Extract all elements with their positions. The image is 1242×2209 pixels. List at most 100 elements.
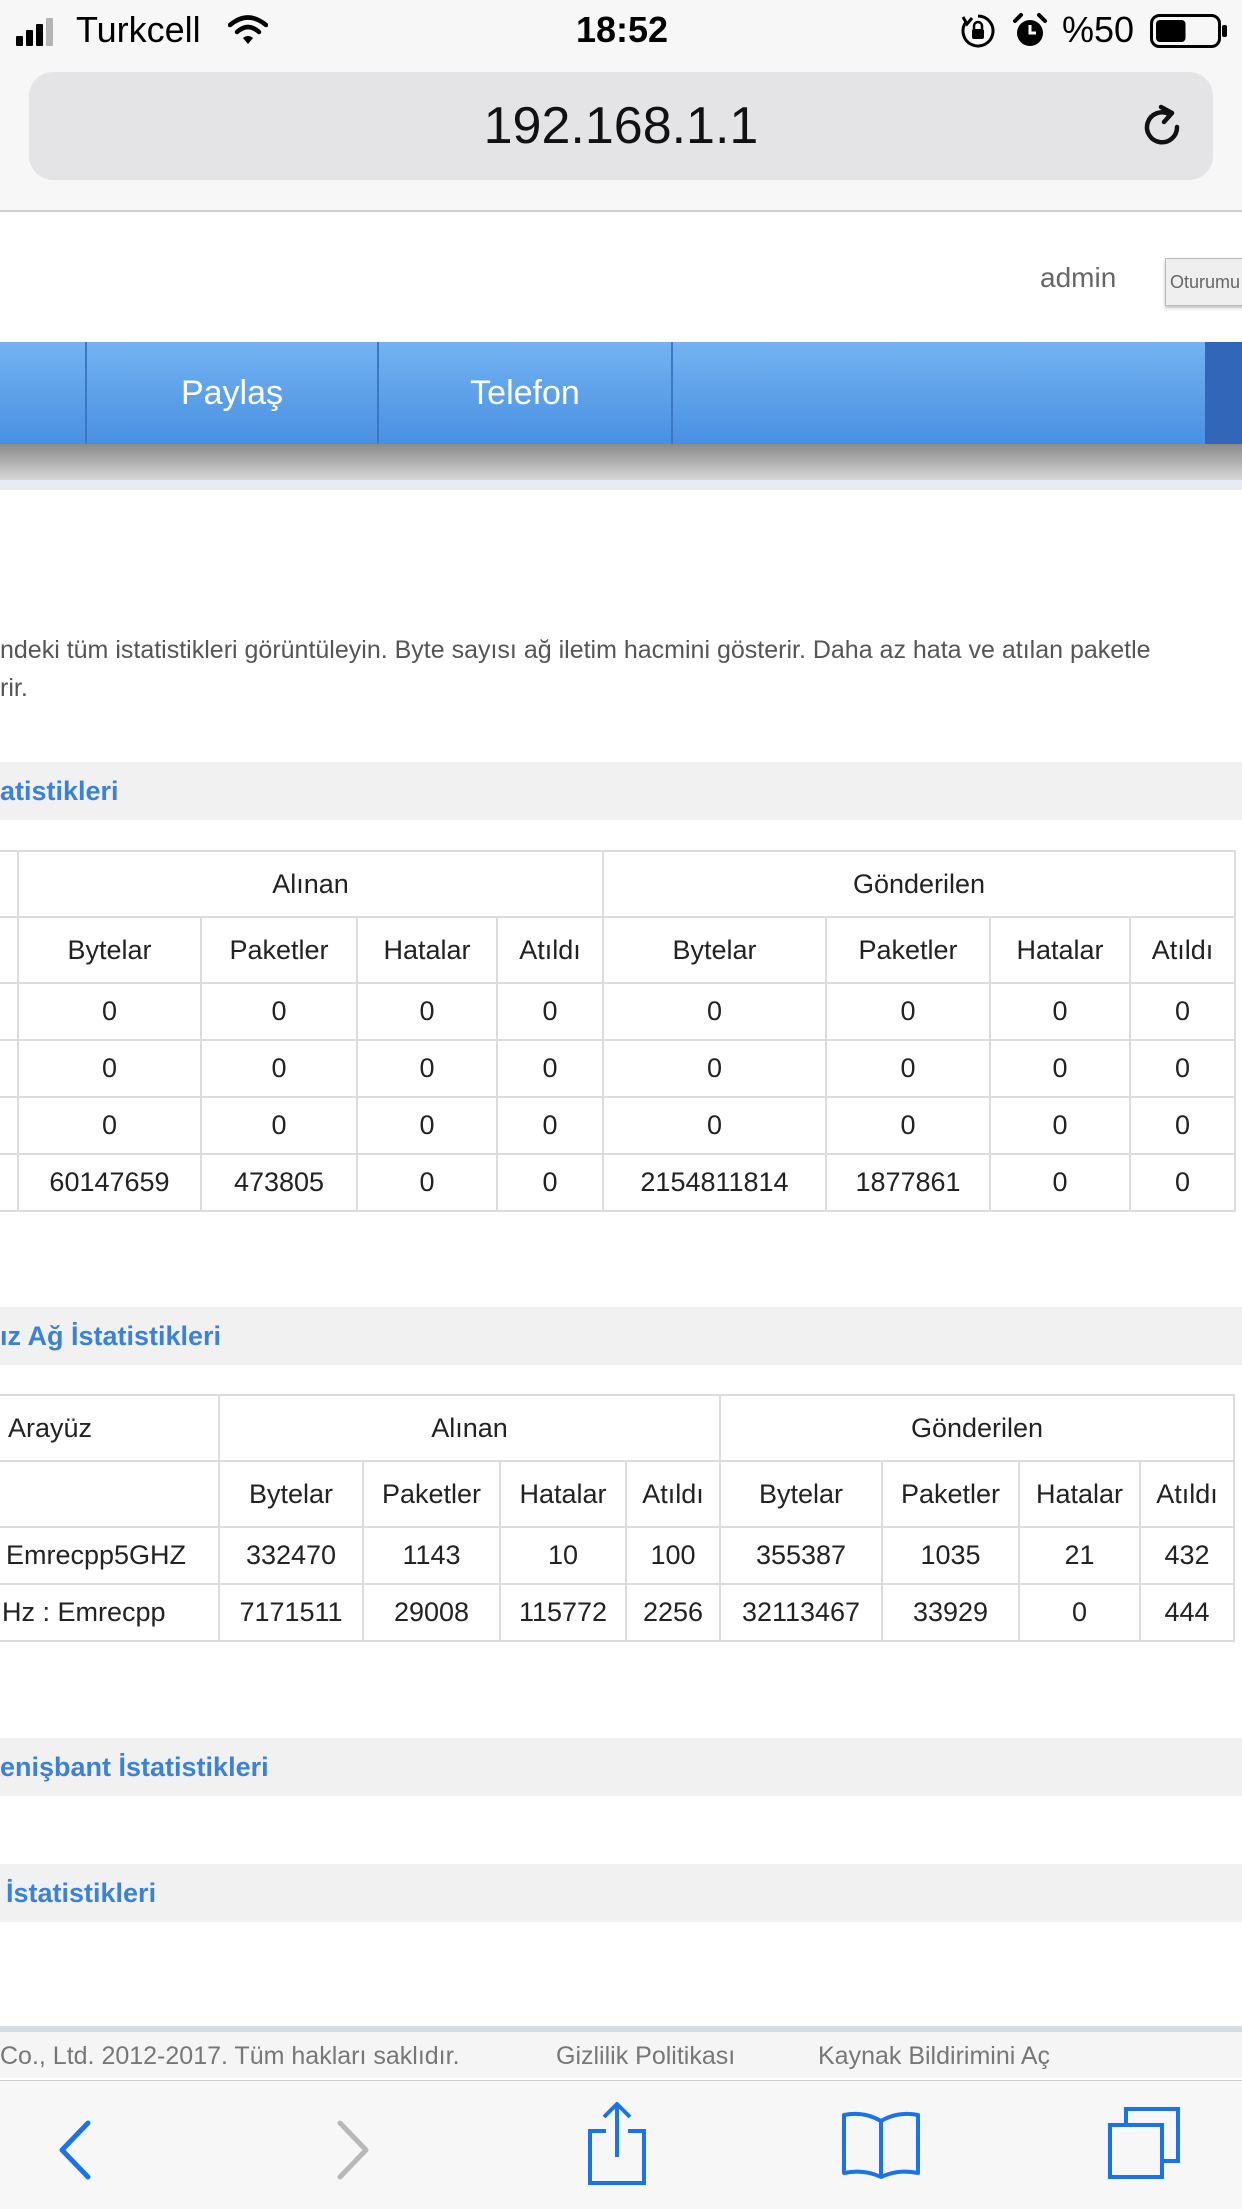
table-cell: 0 [496, 1096, 604, 1155]
table-cell: 0 [989, 1153, 1131, 1212]
section-title-lan: atistikleri [0, 776, 119, 806]
share-icon[interactable] [584, 2101, 650, 2187]
table-cell: 0 [17, 982, 202, 1041]
table-cell [0, 1153, 19, 1212]
table-cell: 0 [17, 1096, 202, 1155]
footer-copyright: Co., Ltd. 2012-2017. Tüm hakları saklıdı… [0, 2042, 460, 2070]
table-cell [0, 1039, 19, 1098]
description-line-2: rir. [0, 674, 28, 702]
section-title-other: İstatistikleri [6, 1878, 157, 1908]
table-cell: 0 [989, 982, 1131, 1041]
table-cell: 1877861 [825, 1153, 991, 1212]
table-cell: 473805 [200, 1153, 358, 1212]
table-cell [0, 1096, 19, 1155]
alarm-icon [1013, 13, 1047, 46]
interface-name: Emrecpp5GHZ [0, 1526, 220, 1585]
table-cell: 32113467 [719, 1583, 883, 1642]
reload-icon[interactable] [1137, 102, 1187, 152]
column-header: Paketler [881, 1460, 1020, 1528]
table-row: 60147659 473805 0 0 2154811814 1877861 0… [0, 1153, 1236, 1212]
group-header-received: Alınan [218, 1394, 721, 1462]
table-group-header-row: Alınan Gönderilen [0, 850, 1236, 918]
bookmarks-icon[interactable] [840, 2109, 922, 2179]
column-header: Bytelar [719, 1460, 883, 1528]
privacy-link[interactable]: Gizlilik Politikası [556, 2042, 735, 2071]
table-row: 0 0 0 0 0 0 0 0 [0, 1096, 1236, 1155]
section-title-wlan: ız Ağ İstatistikleri [0, 1321, 222, 1351]
table-cell: 0 [989, 1039, 1131, 1098]
clock: 18:52 [576, 9, 669, 50]
table-cell: 33929 [881, 1583, 1020, 1642]
table-cell: 29008 [362, 1583, 501, 1642]
table-cell: 0 [200, 1096, 358, 1155]
url-text[interactable]: 192.168.1.1 [29, 72, 1213, 180]
column-header: Bytelar [602, 916, 827, 984]
table-cell: 0 [356, 1039, 498, 1098]
section-header-other: İstatistikleri [0, 1864, 1242, 1922]
table-cell: 0 [825, 982, 991, 1041]
signal-icon [16, 18, 53, 46]
table-cell: 0 [602, 1096, 827, 1155]
table-cell: 332470 [218, 1526, 364, 1585]
table-row: Emrecpp5GHZ 332470 1143 10 100 355387 10… [0, 1526, 1235, 1585]
table-cell [0, 916, 19, 984]
table-cell: 115772 [499, 1583, 627, 1642]
interface-name: Hz : Emrecpp [0, 1583, 220, 1642]
table-cell: 0 [1129, 1039, 1236, 1098]
address-bar[interactable]: 192.168.1.1 [29, 72, 1213, 180]
group-header-received: Alınan [17, 850, 604, 918]
browser-url-area: 192.168.1.1 [0, 62, 1242, 212]
table-cell: 21 [1018, 1526, 1141, 1585]
section-header-broadband: enişbant İstatistikleri [0, 1738, 1242, 1796]
table-cell: 0 [496, 1039, 604, 1098]
browser-toolbar [0, 2080, 1242, 2209]
source-notice-link[interactable]: Kaynak Bildirimini Aç [818, 2042, 1050, 2071]
logout-button[interactable]: Oturumu [1165, 258, 1242, 306]
nav-divider [0, 480, 1242, 490]
orientation-lock-icon [961, 14, 995, 48]
column-header: Hatalar [989, 916, 1131, 984]
main-nav: Paylaş Telefon [0, 342, 1242, 444]
column-header: Paketler [825, 916, 991, 984]
column-header-interface: Arayüz [0, 1394, 220, 1462]
table-cell: 0 [200, 1039, 358, 1098]
table-cell: 7171511 [218, 1583, 364, 1642]
table-row: 0 0 0 0 0 0 0 0 [0, 1039, 1236, 1098]
table-cell: 0 [17, 1039, 202, 1098]
table-row: 0 0 0 0 0 0 0 0 [0, 982, 1236, 1041]
status-bar: Turkcell 18:52 %50 [0, 0, 1242, 62]
table-cell: 0 [825, 1039, 991, 1098]
nav-item-share[interactable]: Paylaş [87, 342, 377, 444]
table-cell: 0 [356, 982, 498, 1041]
column-header: Atıldı [625, 1460, 721, 1528]
username: admin [1040, 262, 1117, 293]
table-cell: 0 [1018, 1583, 1141, 1642]
table-cell [0, 850, 19, 918]
column-header: Atıldı [1139, 1460, 1235, 1528]
column-header: Bytelar [218, 1460, 364, 1528]
table-cell: 1035 [881, 1526, 1020, 1585]
group-header-sent: Gönderilen [602, 850, 1236, 918]
nav-separator [671, 342, 673, 444]
table-row: Hz : Emrecpp 7171511 29008 115772 2256 3… [0, 1583, 1235, 1642]
wlan-statistics-table: Arayüz Alınan Gönderilen Bytelar Paketle… [0, 1394, 1235, 1642]
table-cell: 100 [625, 1526, 721, 1585]
table-cell: 0 [356, 1153, 498, 1212]
nav-item-active[interactable] [1205, 342, 1242, 444]
table-cell: 0 [200, 982, 358, 1041]
back-icon[interactable] [56, 2119, 96, 2181]
nav-item-phone[interactable]: Telefon [379, 342, 671, 444]
column-header: Atıldı [496, 916, 604, 984]
column-header: Paketler [362, 1460, 501, 1528]
section-title-broadband: enişbant İstatistikleri [0, 1752, 269, 1782]
table-cell: 0 [1129, 1096, 1236, 1155]
column-header: Hatalar [1018, 1460, 1141, 1528]
table-cell: 60147659 [17, 1153, 202, 1212]
table-group-header-row: Arayüz Alınan Gönderilen [0, 1394, 1235, 1462]
table-cell: 2154811814 [602, 1153, 827, 1212]
table-cell: 10 [499, 1526, 627, 1585]
forward-icon[interactable] [332, 2119, 372, 2181]
tabs-icon[interactable] [1106, 2105, 1182, 2181]
section-header-wlan: ız Ağ İstatistikleri [0, 1307, 1242, 1365]
column-header: Hatalar [356, 916, 498, 984]
